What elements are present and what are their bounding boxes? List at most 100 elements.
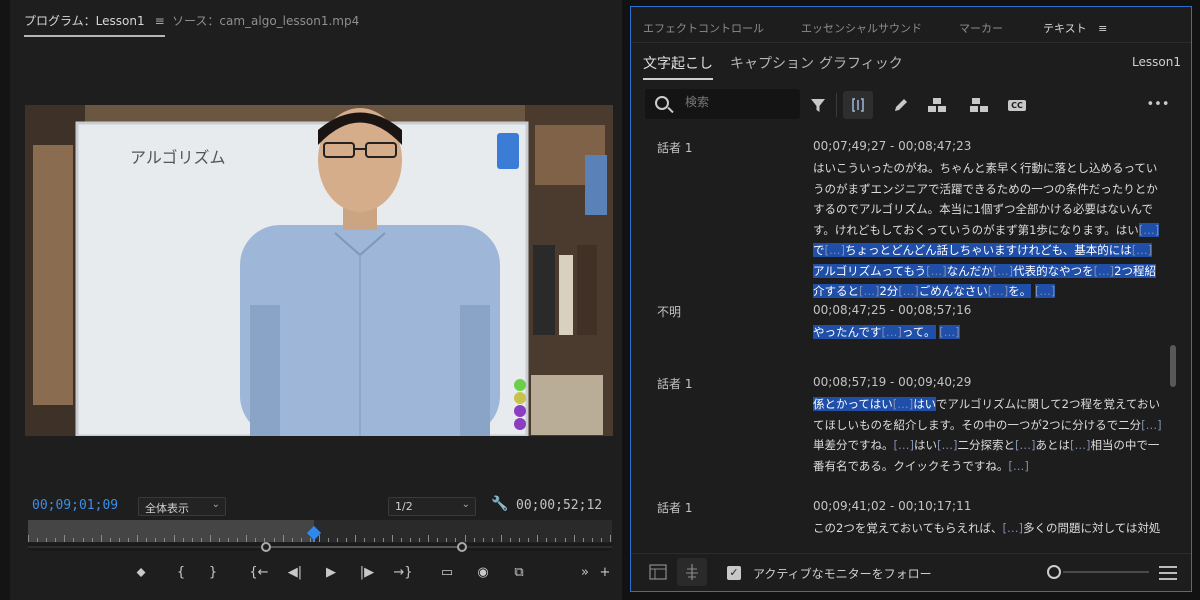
fit-select[interactable]: 全体表示 ⌄ xyxy=(138,497,226,516)
add-marker-button[interactable]: ⬥ xyxy=(130,563,152,583)
merge-icon[interactable] xyxy=(922,91,952,119)
speaker-label[interactable]: 話者 1 xyxy=(657,139,692,156)
settings-sliders-icon[interactable] xyxy=(1157,563,1179,583)
safe-margins-button[interactable]: ▭ xyxy=(436,563,458,583)
export-frame-button[interactable]: ◉ xyxy=(472,563,494,583)
segment-text[interactable]: やったんです[…]って。 […] xyxy=(813,322,1163,343)
tab-graphics[interactable]: グラフィック xyxy=(819,53,903,78)
text-run[interactable]: を。 xyxy=(1008,284,1032,298)
text-run[interactable]: 代表的なやつを xyxy=(1013,263,1094,278)
pencil-icon[interactable] xyxy=(886,91,916,119)
mark-out-button[interactable]: } xyxy=(202,563,224,583)
search-input[interactable] xyxy=(685,95,793,109)
pause-marker[interactable]: […] xyxy=(881,325,902,339)
speaker-label[interactable]: 不明 xyxy=(657,303,681,320)
tab-effect-controls[interactable]: エフェクトコントロール xyxy=(643,20,764,36)
go-to-out-button[interactable]: →} xyxy=(392,563,414,583)
pause-marker[interactable]: […] xyxy=(992,263,1014,278)
step-back-button[interactable]: ◀| xyxy=(284,563,306,583)
text-run[interactable]: 係とかってはい xyxy=(813,397,893,411)
more-button[interactable]: » xyxy=(574,563,596,583)
mark-in-button[interactable]: { xyxy=(170,563,192,583)
text-run[interactable]: はい xyxy=(913,397,936,411)
current-timecode[interactable]: 00;09;01;09 xyxy=(32,498,118,513)
tab-markers[interactable]: マーカー xyxy=(959,20,1003,36)
ruler-tick xyxy=(337,538,338,542)
text-run[interactable]: って。 xyxy=(901,325,936,339)
speaker-icon[interactable] xyxy=(964,91,994,119)
zoom-range[interactable] xyxy=(266,546,462,548)
zoom-handle-right[interactable] xyxy=(457,542,467,552)
text-run[interactable]: 二分探索と xyxy=(957,438,1015,452)
transcript-list[interactable]: 話者 1 00;07;49;27 - 00;08;47;23 はいこういったのがね。… xyxy=(631,131,1175,543)
tab-text[interactable]: テキスト ≡ xyxy=(1043,20,1107,36)
filter-icon[interactable] xyxy=(803,91,833,119)
split-segment-icon[interactable] xyxy=(843,91,873,119)
pause-marker[interactable]: […] xyxy=(1070,438,1090,452)
step-forward-button[interactable]: |▶ xyxy=(356,563,378,583)
tab-transcript[interactable]: 文字起こし xyxy=(643,53,713,80)
pause-marker[interactable]: […] xyxy=(1002,521,1022,535)
zoom-slider-thumb[interactable] xyxy=(1047,565,1061,579)
pause-marker[interactable]: […] xyxy=(1131,243,1153,257)
wrench-icon[interactable]: 🔧 xyxy=(491,496,508,512)
panel-menu-icon[interactable]: ≡ xyxy=(155,14,165,28)
pause-marker[interactable]: […] xyxy=(939,325,960,339)
panel-divider[interactable] xyxy=(622,0,630,600)
pause-marker[interactable]: […] xyxy=(898,284,919,298)
panel-menu-icon[interactable]: ≡ xyxy=(1098,22,1107,35)
transcript-scrollbar[interactable] xyxy=(1170,345,1176,387)
pause-marker[interactable]: […] xyxy=(1015,438,1035,452)
pause-marker[interactable]: […] xyxy=(1008,459,1028,473)
follow-monitor-checkbox[interactable]: ✓ xyxy=(727,566,741,580)
pause-marker[interactable]: […] xyxy=(1138,222,1160,237)
pause-marker[interactable]: […] xyxy=(1093,263,1115,278)
play-button[interactable]: ▶ xyxy=(320,563,342,583)
pause-marker[interactable]: […] xyxy=(859,284,880,298)
text-run[interactable]: ごめんなさい xyxy=(918,284,988,298)
text-run[interactable]: なんだか xyxy=(946,263,993,278)
pause-marker[interactable]: […] xyxy=(1141,418,1161,432)
go-to-in-button[interactable]: {← xyxy=(248,563,270,583)
split-view-icon[interactable] xyxy=(677,558,707,586)
text-run[interactable]: ちょっとどんどん話しちゃいますけれども、基本的には xyxy=(844,243,1132,257)
tab-source[interactable]: ソース：cam_algo_lesson1.mp4 xyxy=(172,12,359,29)
pause-marker[interactable]: […] xyxy=(926,263,947,278)
search-box[interactable] xyxy=(645,89,800,119)
text-run[interactable]: アルゴリズムってもう xyxy=(813,263,927,278)
transport-controls: ⬥ {} {← ◀| ▶ |▶ →} ▭ ◉ ⧉ » + xyxy=(10,560,622,586)
text-run[interactable]: で xyxy=(813,243,825,257)
text-run[interactable]: やったんです xyxy=(813,325,882,339)
time-ruler[interactable] xyxy=(28,520,612,542)
cc-icon[interactable]: CC xyxy=(1002,91,1032,119)
compare-view-button[interactable]: ⧉ xyxy=(508,563,530,583)
text-run[interactable]: この2つを覚えておいてもらえれば、 xyxy=(813,521,1002,535)
text-run[interactable]: はい xyxy=(914,438,937,452)
tab-essential-sound[interactable]: エッセンシャルサウンド xyxy=(801,20,922,36)
pause-marker[interactable]: […] xyxy=(1034,284,1056,298)
zoom-slider-track[interactable] xyxy=(1063,571,1149,573)
tab-captions[interactable]: キャプション xyxy=(730,53,814,78)
pause-marker[interactable]: […] xyxy=(824,243,845,257)
tab-program[interactable]: プログラム：Lesson1 ≡ xyxy=(24,12,165,37)
video-frame[interactable]: アルゴリズム xyxy=(25,105,613,436)
segment-text[interactable]: 係とかってはい[…]はいでアルゴリズムに関して2つ程を覚えておいてほしいものを紹… xyxy=(813,394,1163,476)
pause-marker[interactable]: […] xyxy=(937,438,957,452)
resolution-select[interactable]: 1/2 ⌄ xyxy=(388,497,476,516)
pause-marker[interactable]: […] xyxy=(987,284,1009,298)
pause-marker[interactable]: […] xyxy=(894,438,914,452)
segment-text[interactable]: はいこういったのがね。ちゃんと素早く行動に落とし込めるっていうのがまずエンジニア… xyxy=(813,158,1163,302)
text-run[interactable]: あとは xyxy=(1035,438,1070,452)
zoom-scrollbar[interactable] xyxy=(28,542,612,552)
text-run[interactable]: 単差分ですね。 xyxy=(813,438,894,452)
text-run[interactable]: はいこういったのがね。ちゃんと素早く行動に落とし込めるっていうのがまずエンジニア… xyxy=(813,161,1158,237)
transcript-view-icon[interactable] xyxy=(643,558,673,586)
speaker-label[interactable]: 話者 1 xyxy=(657,499,692,516)
pause-marker[interactable]: […] xyxy=(892,397,914,411)
speaker-label[interactable]: 話者 1 xyxy=(657,375,692,392)
add-button[interactable]: + xyxy=(594,563,616,583)
more-icon[interactable]: ••• xyxy=(1143,91,1173,119)
segment-text[interactable]: この2つを覚えておいてもらえれば、[…]多くの問題に対しては対処できるのではない… xyxy=(813,518,1163,543)
zoom-handle-left[interactable] xyxy=(261,542,271,552)
text-run[interactable]: 2分 xyxy=(879,284,899,298)
